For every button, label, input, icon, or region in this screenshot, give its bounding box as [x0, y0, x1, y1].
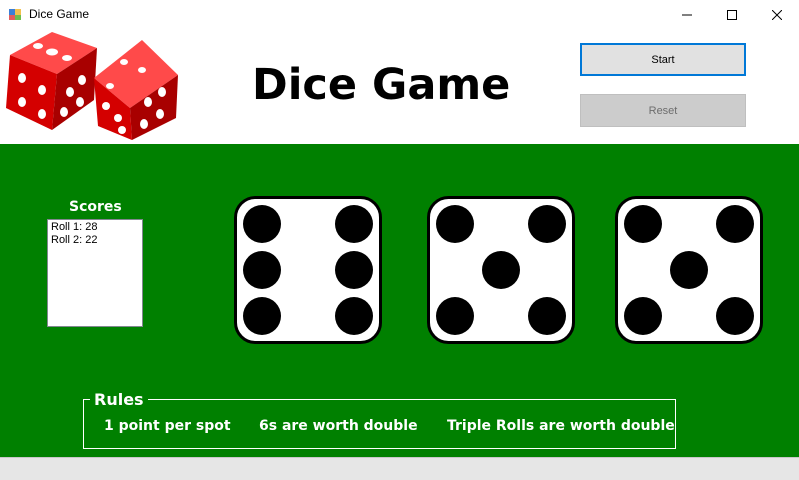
die-3: [615, 196, 763, 344]
die-pip: [482, 251, 520, 289]
die-pip: [243, 251, 281, 289]
die-pip: [243, 297, 281, 335]
app-icon: [9, 9, 21, 20]
die-pip: [243, 205, 281, 243]
window-title: Dice Game: [29, 7, 90, 21]
die-pip: [716, 205, 754, 243]
close-icon: [772, 10, 782, 20]
die-pip: [436, 205, 474, 243]
die-1: [234, 196, 382, 344]
die-pip: [335, 205, 373, 243]
maximize-button[interactable]: [709, 0, 755, 30]
die-pip: [624, 297, 662, 335]
die-pip: [528, 205, 566, 243]
close-button[interactable]: [754, 0, 799, 30]
die-pip: [716, 297, 754, 335]
rule-item: 1 point per spot: [104, 418, 231, 434]
die-2: [427, 196, 575, 344]
list-item[interactable]: Roll 1: 28: [51, 221, 139, 234]
die-pip: [436, 297, 474, 335]
die-pip: [670, 251, 708, 289]
die-pip: [335, 297, 373, 335]
list-item[interactable]: Roll 2: 22: [51, 234, 139, 247]
die-pip: [528, 297, 566, 335]
minimize-button[interactable]: [664, 0, 710, 30]
page-title: Dice Game: [252, 60, 511, 110]
minimize-icon: [682, 14, 692, 16]
status-bar: [0, 457, 799, 480]
reset-button[interactable]: Reset: [580, 94, 746, 127]
rule-item: 6s are worth double: [259, 418, 418, 434]
scores-list[interactable]: Roll 1: 28 Roll 2: 22: [47, 219, 143, 327]
maximize-icon: [727, 10, 737, 20]
scores-label: Scores: [69, 199, 122, 215]
start-button[interactable]: Start: [580, 43, 746, 76]
rules-title: Rules: [90, 390, 148, 409]
die-pip: [624, 205, 662, 243]
title-bar: Dice Game: [0, 0, 799, 30]
dice-logo-icon: [6, 32, 178, 140]
die-pip: [335, 251, 373, 289]
rule-item: Triple Rolls are worth double: [447, 418, 675, 434]
